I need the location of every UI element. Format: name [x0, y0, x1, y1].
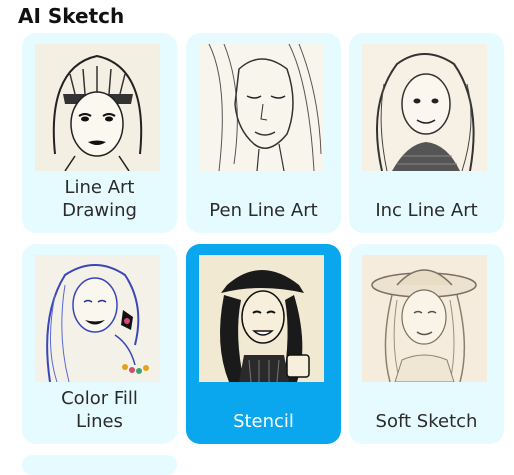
style-label: Pen Line Art	[209, 200, 318, 221]
style-card-partial[interactable]	[22, 455, 177, 475]
style-card-stencil[interactable]: Stencil	[186, 244, 341, 444]
style-card-pen-line-art[interactable]: Pen Line Art	[186, 33, 341, 233]
style-label: Inc Line Art	[375, 200, 478, 221]
style-label: Line Art Drawing	[22, 176, 177, 222]
style-card-line-art-drawing[interactable]: Line Art Drawing	[22, 33, 177, 233]
color-fill-lines-thumbnail	[35, 255, 160, 382]
style-card-inc-line-art[interactable]: Inc Line Art	[349, 33, 504, 233]
style-label: Stencil	[233, 411, 294, 432]
style-label-line-1: Color Fill	[61, 388, 138, 409]
line-art-drawing-thumbnail	[35, 44, 160, 171]
stencil-thumbnail	[199, 255, 324, 382]
inc-line-art-thumbnail	[362, 44, 487, 171]
style-label: Soft Sketch	[375, 411, 478, 432]
style-card-soft-sketch[interactable]: Soft Sketch	[349, 244, 504, 444]
style-card-color-fill-lines[interactable]: Color Fill Lines	[22, 244, 177, 444]
style-label-line-2: Drawing	[62, 200, 137, 221]
style-label: Color Fill Lines	[22, 387, 177, 433]
style-grid: Line Art Drawing Pen Line Art Inc Line A…	[0, 0, 514, 475]
pen-line-art-thumbnail	[199, 44, 324, 171]
style-label-line-2: Lines	[76, 411, 123, 432]
style-label-line-1: Line Art	[64, 177, 135, 198]
soft-sketch-thumbnail	[362, 255, 487, 382]
